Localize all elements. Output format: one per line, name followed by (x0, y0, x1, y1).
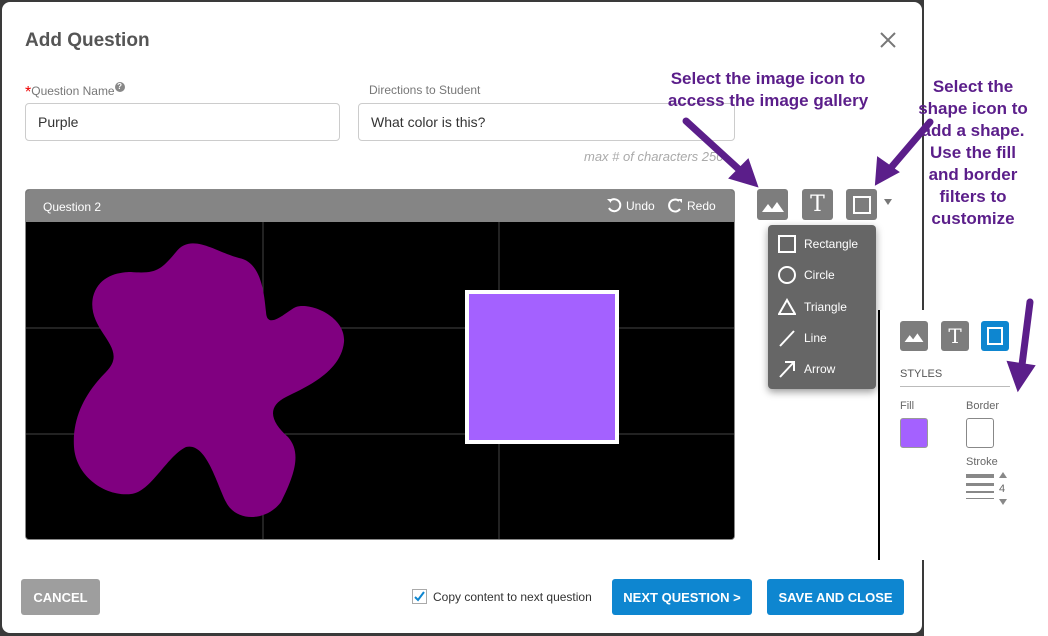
save-and-close-button[interactable]: SAVE AND CLOSE (767, 579, 904, 615)
next-question-button[interactable]: NEXT QUESTION > (612, 579, 752, 615)
cancel-button[interactable]: CANCEL (21, 579, 100, 615)
copy-content-checkbox[interactable] (412, 589, 427, 604)
arrow-to-image-icon (682, 117, 748, 178)
annotation-arrows (682, 117, 1036, 393)
checkmark-icon (414, 591, 425, 602)
arrow-to-shape-icon (885, 118, 934, 174)
copy-content-label[interactable]: Copy content to next question (433, 590, 592, 604)
arrow-to-styles (1018, 298, 1034, 369)
